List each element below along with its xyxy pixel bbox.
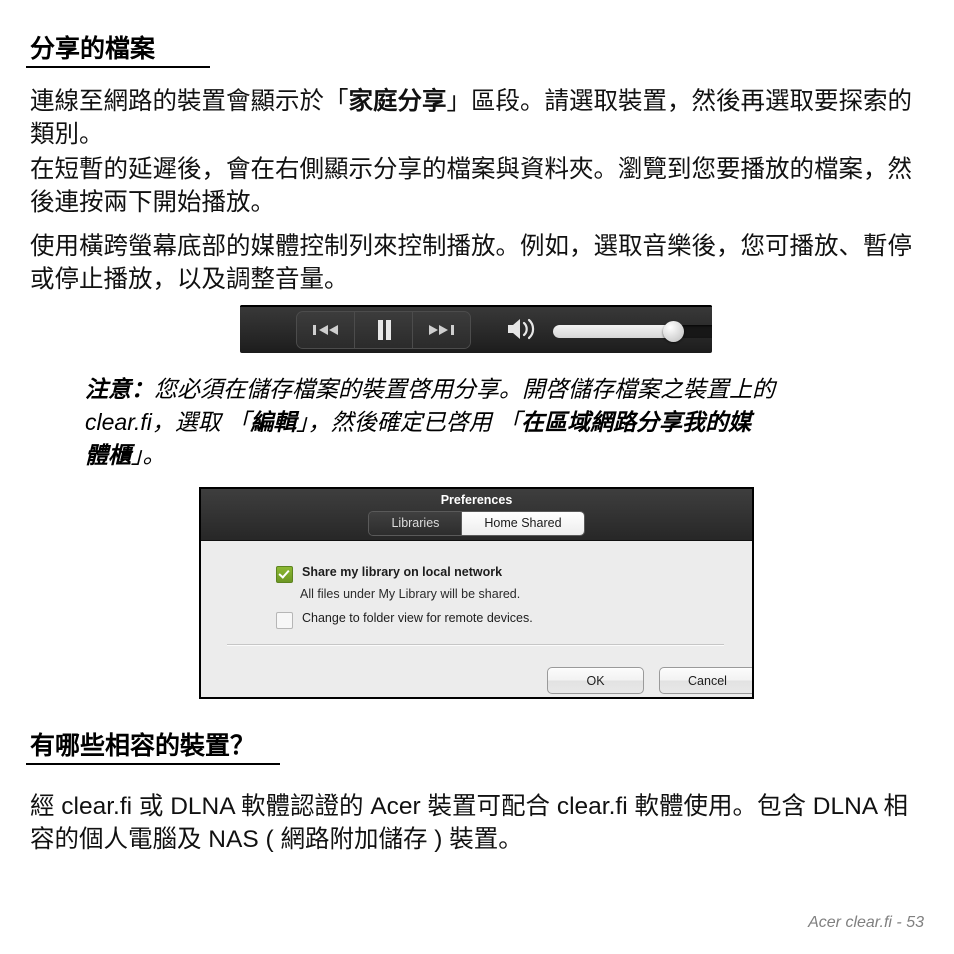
- folder-view-label: Change to folder view for remote devices…: [302, 611, 533, 625]
- next-icon: [427, 322, 457, 338]
- pause-icon: [375, 319, 393, 341]
- note-line-3b: 」。: [131, 442, 166, 468]
- next-track-button[interactable]: [413, 312, 470, 348]
- ok-button[interactable]: OK: [547, 667, 644, 694]
- note-line-2c: 」，然後確定已啓用 「: [296, 409, 522, 435]
- note-line-1: 您必須在儲存檔案的裝置啓用分享。開啓儲存檔案之裝置上的: [154, 376, 775, 402]
- dialog-divider: [227, 644, 724, 646]
- dialog-button-row: OK Cancel: [547, 667, 752, 694]
- media-bar-top-edge: [240, 305, 712, 307]
- page-heading-compatible-devices: 有哪些相容的裝置？: [30, 732, 256, 760]
- option-share-my-library[interactable]: Share my library on local network: [276, 565, 502, 583]
- pause-button[interactable]: [355, 312, 413, 348]
- previous-track-button[interactable]: [297, 312, 355, 348]
- volume-slider-knob[interactable]: [662, 321, 684, 342]
- volume-slider-fill: [553, 325, 674, 338]
- share-library-checkbox[interactable]: [276, 566, 293, 583]
- share-library-description: All files under My Library will be share…: [300, 587, 521, 601]
- heading-underline-1: [26, 66, 210, 68]
- paragraph-browse-and-play: 在短暫的延遲後，會在右側顯示分享的檔案與資料夾。瀏覽到您要播放的檔案，然後連按兩…: [30, 156, 912, 216]
- volume-slider[interactable]: [553, 321, 712, 342]
- transport-button-group[interactable]: [296, 311, 471, 349]
- note-enable-sharing: 注意：您必須在儲存檔案的裝置啓用分享。開啓儲存檔案之裝置上的 clear.fi，…: [85, 373, 940, 472]
- paragraph-certified-devices: 經 clear.fi 或 DLNA 軟體認證的 Acer 裝置可配合 clear…: [30, 793, 909, 853]
- paragraph-1-run-1: 連線至網路的裝置會顯示於「: [30, 88, 349, 115]
- previous-icon: [311, 322, 341, 338]
- paragraph-1-run-2-bold: 家庭分享: [348, 88, 447, 115]
- manual-page: 分享的檔案 連線至網路的裝置會顯示於「家庭分享」區段。請選取裝置，然後再選取要探…: [0, 0, 954, 954]
- option-folder-view[interactable]: Change to folder view for remote devices…: [276, 611, 533, 629]
- share-library-label: Share my library on local network: [302, 565, 503, 579]
- dialog-titlebar: Preferences Libraries Home Shared: [201, 489, 752, 541]
- note-emphasis-share-library-a: 在區域網路分享我的媒: [521, 409, 752, 435]
- note-line-2a: clear.fi，選取 「: [85, 409, 251, 435]
- tab-libraries[interactable]: Libraries: [369, 512, 463, 535]
- tabstrip: Libraries Home Shared: [368, 511, 585, 536]
- volume-icon[interactable]: [506, 317, 539, 346]
- paragraph-media-controls: 使用橫跨螢幕底部的媒體控制列來控制播放。例如，選取音樂後，您可播放、暫停或停止播…: [30, 233, 912, 293]
- paragraph-device-discovery: 連線至網路的裝置會顯示於「家庭分享」區段。請選取裝置，然後再選取要探索的類別。: [30, 85, 930, 151]
- note-emphasis-share-library-b: 體櫃: [85, 442, 131, 468]
- note-emphasis-edit: 編輯: [250, 409, 297, 435]
- media-control-bar-screenshot: [240, 305, 712, 353]
- tab-home-shared[interactable]: Home Shared: [462, 512, 584, 535]
- page-footer: Acer clear.fi - 53: [808, 914, 924, 931]
- volume-control-group[interactable]: [506, 317, 712, 346]
- preferences-dialog-screenshot: Preferences Libraries Home Shared Share …: [199, 487, 754, 699]
- cancel-button[interactable]: Cancel: [659, 667, 752, 694]
- page-heading-shared-files: 分享的檔案: [30, 35, 156, 63]
- folder-view-checkbox[interactable]: [276, 612, 293, 629]
- dialog-title: Preferences: [440, 493, 513, 507]
- dialog-body: Share my library on local network All fi…: [201, 541, 752, 694]
- dialog-tabbar: Libraries Home Shared: [201, 511, 752, 536]
- note-label: 注意：: [85, 376, 154, 402]
- heading-underline-2: [26, 763, 280, 765]
